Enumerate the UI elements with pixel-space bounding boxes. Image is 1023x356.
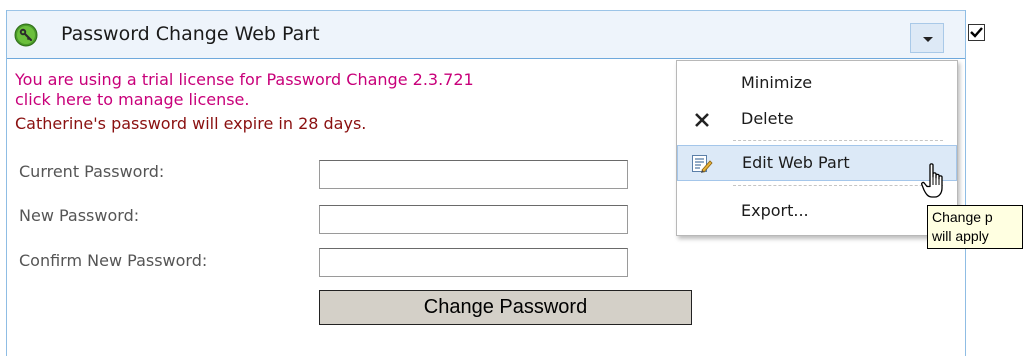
key-icon: [14, 23, 38, 47]
tooltip-line: will apply: [932, 228, 989, 244]
webpart-context-menu: Minimize Delete Edit Web Part Export...: [676, 60, 958, 236]
menu-separator: [733, 185, 943, 186]
menu-item-label: Delete: [741, 109, 794, 128]
expiry-notice: Catherine's password will expire in 28 d…: [15, 114, 367, 133]
new-password-field[interactable]: [319, 205, 628, 234]
tooltip: Change p will apply: [927, 205, 1023, 249]
current-password-label: Current Password:: [19, 162, 165, 181]
menu-item-minimize[interactable]: Minimize: [677, 65, 957, 101]
webpart-title: Password Change Web Part: [61, 23, 320, 45]
menu-item-edit-web-part[interactable]: Edit Web Part: [677, 145, 957, 181]
webpart-header: Password Change Web Part: [7, 10, 965, 59]
webpart-menu-button[interactable]: [910, 23, 944, 53]
menu-item-label: Minimize: [741, 73, 813, 92]
menu-separator: [733, 140, 943, 141]
hand-cursor-icon: [921, 163, 943, 198]
manage-license-link[interactable]: click here to manage license.: [15, 90, 249, 109]
change-password-button[interactable]: Change Password: [319, 290, 692, 325]
confirm-password-field[interactable]: [319, 248, 628, 277]
menu-item-label: Export...: [741, 201, 809, 220]
webpart-select-checkbox[interactable]: [968, 24, 985, 41]
menu-item-export[interactable]: Export...: [677, 193, 957, 229]
menu-item-label: Edit Web Part: [742, 153, 850, 172]
edit-icon: [692, 155, 713, 173]
new-password-label: New Password:: [19, 206, 140, 225]
chevron-down-icon: [923, 37, 933, 42]
menu-item-delete[interactable]: Delete: [677, 101, 957, 137]
tooltip-line: Change p: [932, 209, 993, 225]
close-icon: [695, 113, 709, 127]
trial-notice: You are using a trial license for Passwo…: [15, 70, 474, 89]
checkmark-icon: [970, 27, 983, 38]
current-password-field[interactable]: [319, 160, 628, 189]
confirm-password-label: Confirm New Password:: [19, 251, 208, 270]
